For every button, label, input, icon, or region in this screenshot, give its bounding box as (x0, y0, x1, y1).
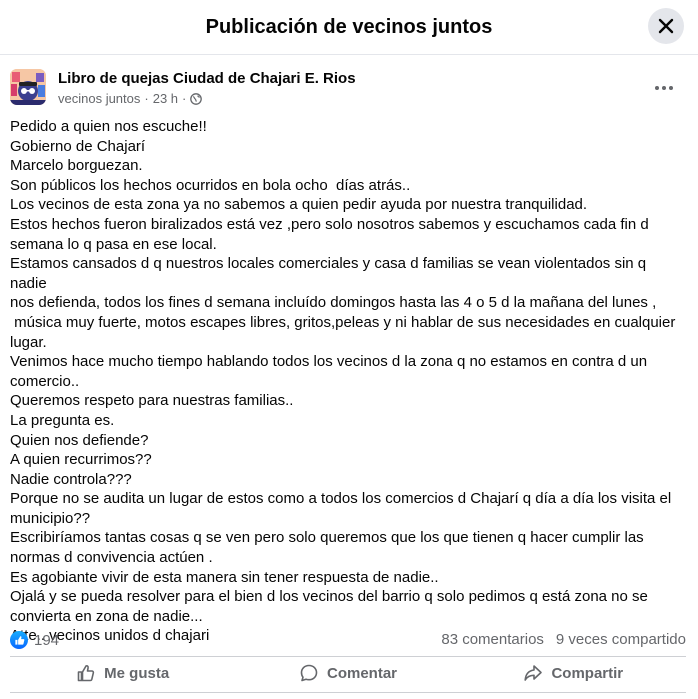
post-time[interactable]: 23 h (153, 91, 178, 106)
post-text-line: nos defienda, todos los fines d semana i… (10, 294, 657, 312)
post-text-line: lugar. (10, 333, 47, 351)
like-reaction-icon (10, 631, 28, 649)
post-text-line: Pedido a quien nos escuche!! (10, 118, 207, 135)
post-text-line: La pregunta es. (10, 411, 115, 429)
post-body: Pedido a quien nos escuche!! Gobierno de … (10, 117, 686, 646)
post-text-line: semana lo q pasa en ese local. (10, 235, 217, 253)
post-text-line: Estamos cansados d q nuestros locales co… (10, 255, 651, 292)
post-text-line: municipio?? (10, 509, 91, 527)
post-text-line: normas d convivencia actúen . (10, 549, 213, 567)
post-text-line: Queremos respeto para nuestras familias.… (10, 392, 294, 410)
group-name[interactable]: vecinos juntos (58, 91, 140, 106)
post-text-line: A quien recurrimos?? (10, 451, 152, 469)
like-label: Me gusta (104, 664, 170, 682)
post-text-line: Gobierno de Chajarí (10, 137, 146, 155)
post-text-line: Marcelo borguezan. (10, 157, 143, 175)
share-icon (524, 665, 543, 681)
post-text-line: Escribiríamos tantas cosas q se ven pero… (10, 529, 644, 547)
post-text-line: Estos hechos fueron biralizados está vez… (10, 215, 649, 233)
post-text-line: Ojalá y se pueda resolver para el bien d… (10, 588, 648, 606)
comments-count[interactable]: 83 comentarios (441, 631, 544, 648)
post-author[interactable]: Libro de quejas Ciudad de Chajari E. Rio… (58, 70, 356, 87)
divider (10, 656, 686, 657)
post-text-line: música muy fuerte, motos escapes libres,… (10, 313, 676, 331)
meta-separator: · (144, 91, 149, 106)
like-button[interactable]: Me gusta (10, 658, 235, 688)
comment-icon (300, 664, 318, 682)
close-button[interactable] (648, 8, 684, 44)
post-text-line: Es agobiante vivir de esta manera sin te… (10, 568, 439, 586)
post-meta: vecinos juntos · 23 h · (58, 91, 203, 106)
divider (10, 692, 686, 693)
meta-separator-2: · (182, 91, 187, 106)
post-stats: 194 83 comentarios 9 veces compartido (10, 631, 686, 653)
post-text-line: Los vecinos de esta zona ya no sabemos a… (10, 196, 588, 214)
reactions-summary[interactable]: 194 (10, 631, 59, 649)
post-text-line: convierta en zona de nadie... (10, 607, 203, 625)
avatar-image (10, 69, 46, 105)
more-dots-icon (655, 86, 673, 90)
modal-title: Publicación de vecinos juntos (205, 15, 493, 38)
more-options-button[interactable] (648, 72, 680, 104)
shares-count[interactable]: 9 veces compartido (556, 631, 686, 648)
post-actions: Me gusta Comentar Compartir (10, 658, 686, 688)
thumbs-up-icon (77, 665, 95, 682)
post-text-line: Quien nos defiende? (10, 431, 149, 449)
reaction-count: 194 (34, 631, 60, 649)
post-text-line: Son públicos los hechos ocurridos en bol… (10, 176, 411, 194)
comment-button[interactable]: Comentar (235, 658, 460, 688)
globe-icon (190, 92, 203, 105)
post-text-line: Porque no se audita un lugar de estos co… (10, 490, 672, 508)
post-text-line: Venimos hace mucho tiempo hablando todos… (10, 353, 648, 371)
modal-header: Publicación de vecinos juntos (0, 0, 698, 55)
engagement-counts: 83 comentarios 9 veces compartido (441, 631, 686, 648)
share-label: Compartir (551, 664, 624, 682)
group-avatar[interactable] (10, 69, 46, 105)
comment-label: Comentar (326, 664, 397, 682)
post-text-line: Nadie controla??? (10, 470, 132, 488)
close-icon (658, 18, 674, 34)
share-button[interactable]: Compartir (461, 658, 686, 688)
post-header: Libro de quejas Ciudad de Chajari E. Rio… (10, 68, 690, 108)
post-text-line: comercio.. (10, 372, 80, 390)
